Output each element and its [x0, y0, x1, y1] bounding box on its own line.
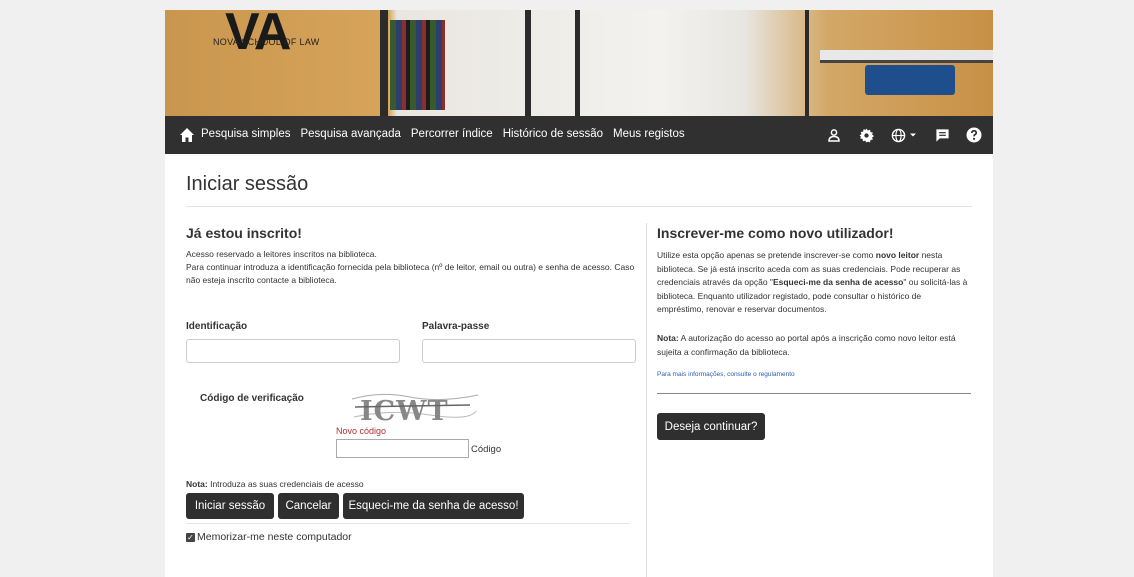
codigo-label: Código	[471, 444, 502, 455]
identificacao-input[interactable]	[186, 339, 400, 363]
register-heading: Inscrever-me como novo utilizador!	[657, 225, 894, 241]
logo-text: NOVA SCHOOL OF LAW	[213, 37, 320, 47]
shelf-post	[575, 10, 580, 116]
message-icon[interactable]	[933, 126, 951, 144]
login-description: Acesso reservado a leitores inscritos na…	[186, 248, 636, 287]
register-note-text: A autorização do acesso ao portal após a…	[657, 333, 956, 357]
right-divider	[657, 393, 971, 394]
login-note-text: Introduza as suas credenciais de acesso	[207, 479, 364, 489]
page-title: Iniciar sessão	[186, 173, 309, 195]
cancelar-button[interactable]: Cancelar	[278, 493, 339, 519]
nav-link-historico-sessao[interactable]: Histórico de sessão	[503, 128, 603, 140]
chair-decoration	[865, 65, 955, 95]
bookshelf-decoration	[390, 20, 445, 110]
help-icon[interactable]	[965, 126, 983, 144]
identificacao-label: Identificação	[186, 321, 248, 332]
navbar: Pesquisa simples Pesquisa avançada Perco…	[165, 116, 993, 154]
palavra-passe-input[interactable]	[422, 339, 636, 363]
captcha-label: Código de verificação	[200, 393, 304, 404]
esqueci-senha-button[interactable]: Esqueci-me da senha de acesso!	[343, 493, 524, 519]
captcha-text: ICWT	[360, 396, 449, 427]
captcha-image: ICWT	[350, 387, 480, 429]
nav-right-icons	[825, 126, 983, 144]
gear-icon[interactable]	[857, 126, 875, 144]
column-divider	[646, 223, 647, 577]
login-heading: Já estou inscrito!	[186, 225, 302, 241]
logo-mark: VA	[225, 10, 291, 61]
remember-label: Memorizar-me neste computador	[197, 531, 352, 543]
register-note: Nota: A autorização do acesso ao portal …	[657, 332, 969, 359]
login-desc-line-2: Para continuar introduza a identificação…	[186, 262, 635, 285]
remember-checkbox[interactable]: ✓	[186, 532, 195, 542]
register-desc-b: novo leitor	[875, 250, 920, 260]
deseja-continuar-button[interactable]: Deseja continuar?	[657, 413, 765, 440]
left-divider	[186, 523, 630, 524]
table-leg	[805, 10, 809, 116]
desk-decoration	[820, 50, 993, 63]
iniciar-sessao-button[interactable]: Iniciar sessão	[186, 493, 274, 519]
banner-image: VA NOVA SCHOOL OF LAW	[165, 10, 993, 116]
regulamento-link[interactable]: Para mais informações, consulte o regula…	[657, 371, 795, 378]
register-note-bold: Nota:	[657, 333, 679, 343]
register-desc-d: Esqueci-me da senha de acesso	[772, 277, 904, 287]
shelf-post	[525, 10, 531, 116]
login-note: Nota: Introduza as suas credenciais de a…	[186, 479, 364, 489]
palavra-passe-label: Palavra-passe	[422, 321, 490, 332]
codigo-input[interactable]	[336, 439, 469, 458]
nav-links: Pesquisa simples Pesquisa avançada Perco…	[201, 128, 685, 140]
register-description: Utilize esta opção apenas se pretende in…	[657, 249, 969, 317]
login-note-bold: Nota:	[186, 479, 208, 489]
home-icon[interactable]	[179, 127, 195, 143]
nav-link-pesquisa-avancada[interactable]: Pesquisa avançada	[300, 128, 400, 140]
login-desc-line-1: Acesso reservado a leitores inscritos na…	[186, 249, 377, 259]
chevron-down-icon	[910, 133, 916, 137]
novo-codigo-link[interactable]: Novo código	[336, 426, 386, 436]
globe-icon	[891, 128, 906, 142]
nav-link-percorrer-indice[interactable]: Percorrer índice	[411, 128, 493, 140]
language-menu[interactable]	[889, 126, 919, 144]
nav-link-pesquisa-simples[interactable]: Pesquisa simples	[201, 128, 290, 140]
nav-link-meus-registos[interactable]: Meus registos	[613, 128, 685, 140]
page: VA NOVA SCHOOL OF LAW Pesquisa simples P…	[165, 10, 993, 577]
register-desc-a: Utilize esta opção apenas se pretende in…	[657, 250, 876, 260]
title-divider	[186, 206, 972, 207]
user-icon[interactable]	[825, 126, 843, 144]
shelf-post	[380, 10, 388, 116]
remember-me[interactable]: ✓ Memorizar-me neste computador	[186, 531, 352, 543]
